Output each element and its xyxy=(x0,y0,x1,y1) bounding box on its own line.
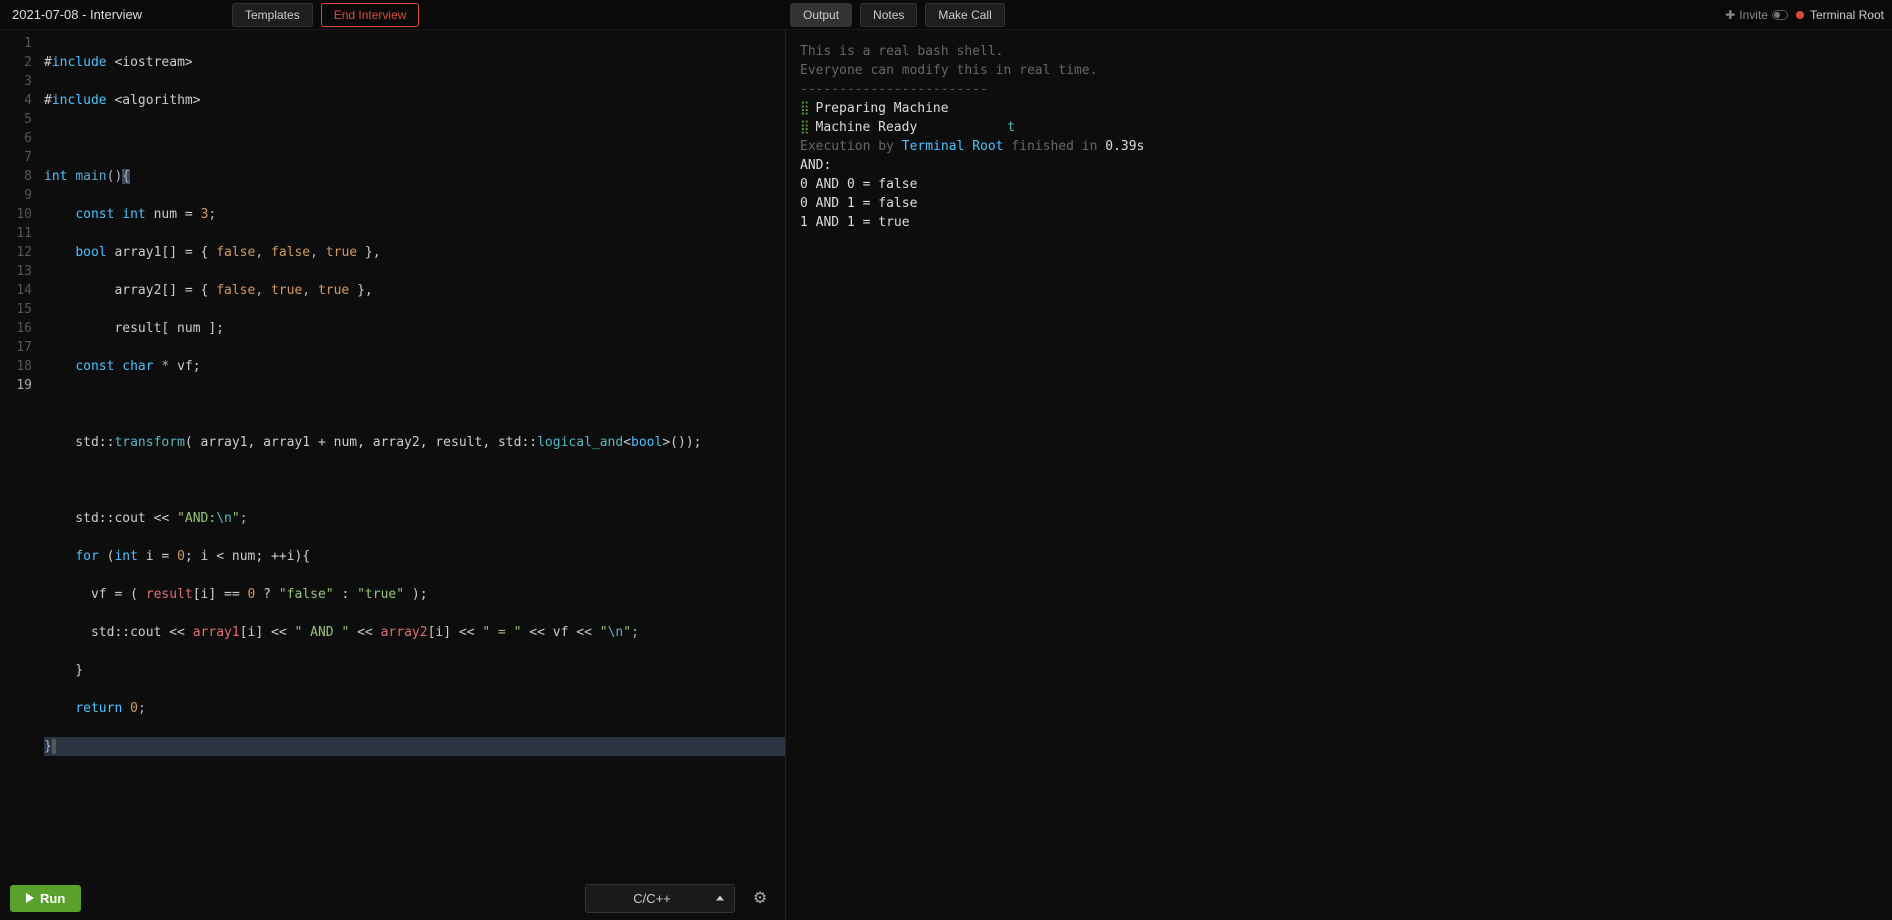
session-title: 2021-07-08 - Interview xyxy=(8,7,142,22)
output-line: AND: xyxy=(800,156,1878,175)
code-content[interactable]: #include <iostream> #include <algorithm>… xyxy=(40,30,785,876)
templates-button[interactable]: Templates xyxy=(232,3,313,27)
run-label: Run xyxy=(40,891,65,906)
output-intro-2: Everyone can modify this in real time. xyxy=(800,61,1878,80)
output-ready: ⣿Machine Readyt xyxy=(800,118,1878,137)
left-button-group: Templates End Interview xyxy=(228,3,423,27)
make-call-button[interactable]: Make Call xyxy=(925,3,1004,27)
output-exec-line: Execution by Terminal Root finished in 0… xyxy=(800,137,1878,156)
invite-label: Invite xyxy=(1739,8,1768,22)
spinner-icon: ⣿ xyxy=(800,120,810,135)
output-separator: ------------------------ xyxy=(800,80,1878,99)
output-preparing: ⣿Preparing Machine xyxy=(800,99,1878,118)
user-name: Terminal Root xyxy=(1810,8,1884,22)
output-line: 0 AND 0 = false xyxy=(800,175,1878,194)
output-line: 0 AND 1 = false xyxy=(800,194,1878,213)
run-button[interactable]: Run xyxy=(10,885,81,912)
tab-output[interactable]: Output xyxy=(790,3,852,27)
line-gutter: 12345678910111213141516171819 xyxy=(0,30,40,876)
language-label: C/C++ xyxy=(633,891,671,906)
top-bar: 2021-07-08 - Interview Templates End Int… xyxy=(0,0,1892,30)
right-group: ✚ Invite Terminal Root xyxy=(1725,8,1884,22)
tab-notes[interactable]: Notes xyxy=(860,3,917,27)
toggle-icon xyxy=(1772,10,1788,20)
chevron-up-icon xyxy=(716,896,724,901)
output-intro-1: This is a real bash shell. xyxy=(800,42,1878,61)
output-line: 1 AND 1 = true xyxy=(800,213,1878,232)
plus-icon: ✚ xyxy=(1725,8,1735,22)
end-interview-button[interactable]: End Interview xyxy=(321,3,420,27)
spinner-icon: ⣿ xyxy=(800,101,810,116)
editor-footer: Run C/C++ ⚙ xyxy=(0,876,785,920)
code-area[interactable]: 12345678910111213141516171819 #include <… xyxy=(0,30,785,876)
settings-button[interactable]: ⚙ xyxy=(745,883,775,913)
invite-button[interactable]: ✚ Invite xyxy=(1725,8,1788,22)
editor-pane: 12345678910111213141516171819 #include <… xyxy=(0,30,786,920)
center-tab-group: Output Notes Make Call xyxy=(786,3,1009,27)
main-area: 12345678910111213141516171819 #include <… xyxy=(0,30,1892,920)
cursor-icon xyxy=(52,739,56,754)
output-pane[interactable]: This is a real bash shell. Everyone can … xyxy=(786,30,1892,920)
status-dot-icon xyxy=(1796,11,1804,19)
user-badge[interactable]: Terminal Root xyxy=(1796,8,1884,22)
language-select[interactable]: C/C++ xyxy=(585,884,735,913)
gear-icon: ⚙ xyxy=(753,888,767,908)
play-icon xyxy=(26,893,34,903)
